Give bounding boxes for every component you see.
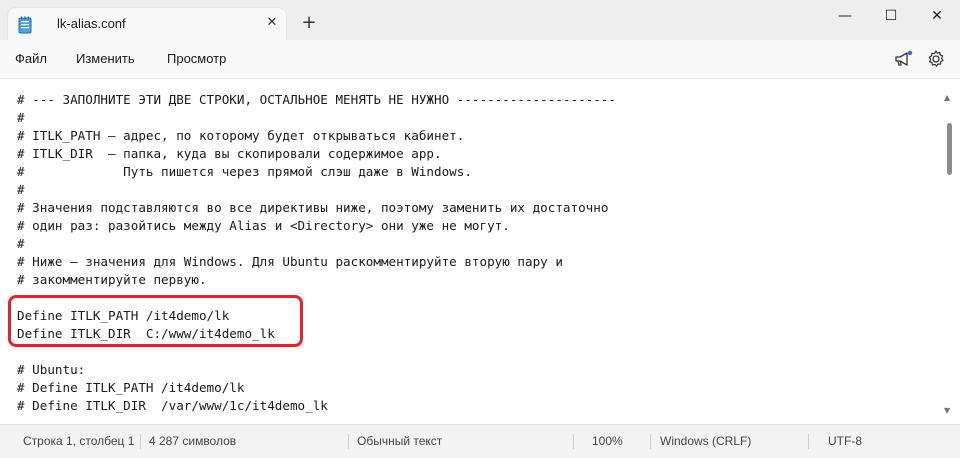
code-line: # Значения подставляются во все директив… — [17, 200, 609, 215]
new-tab-icon[interactable]: + — [300, 14, 318, 32]
text-editor[interactable]: # --- ЗАПОЛНИТЕ ЭТИ ДВЕ СТРОКИ, ОСТАЛЬНО… — [0, 79, 960, 424]
status-zoom[interactable]: 100% — [592, 434, 623, 448]
tab-active[interactable]: lk-alias.conf ✕ — [8, 8, 286, 40]
status-divider — [348, 434, 349, 449]
code-line: # — [17, 182, 25, 197]
status-divider — [573, 434, 574, 449]
vertical-scrollbar[interactable] — [947, 123, 952, 175]
code-line: # --- ЗАПОЛНИТЕ ЭТИ ДВЕ СТРОКИ, ОСТАЛЬНО… — [17, 92, 616, 107]
status-line-endings: Windows (CRLF) — [660, 434, 752, 448]
status-divider — [650, 434, 651, 449]
status-divider — [140, 434, 141, 449]
code-line: # ITLK_PATH — адрес, по которому будет о… — [17, 128, 465, 143]
code-line: # Define ITLK_DIR /var/www/1c/it4demo_lk — [17, 398, 328, 413]
code-line: # Ubuntu: — [17, 362, 86, 377]
status-format: Обычный текст — [357, 434, 443, 448]
tab-title: lk-alias.conf — [57, 16, 126, 31]
code-line: # Путь пишется через прямой слэш даже в … — [17, 164, 472, 179]
status-char-count: 4 287 символов — [149, 434, 237, 448]
menu-view[interactable]: Просмотр — [167, 51, 226, 66]
status-position: Строка 1, столбец 1 — [23, 434, 135, 448]
megaphone-icon[interactable] — [892, 48, 914, 70]
menu-file[interactable]: Файл — [15, 51, 47, 66]
menu-bar: Файл Изменить Просмотр — [0, 40, 960, 79]
scroll-down-icon[interactable]: ▼ — [944, 406, 950, 415]
code-line: # один раз: разойтись между Alias и <Dir… — [17, 218, 510, 233]
code-line: # Define ITLK_PATH /it4demo/lk — [17, 380, 245, 395]
editor-content[interactable]: # --- ЗАПОЛНИТЕ ЭТИ ДВЕ СТРОКИ, ОСТАЛЬНО… — [17, 91, 616, 415]
status-encoding: UTF-8 — [828, 434, 862, 448]
minimize-icon[interactable]: — — [822, 0, 868, 32]
status-bar: Строка 1, столбец 1 4 287 символов Обычн… — [0, 424, 960, 458]
menu-edit[interactable]: Изменить — [76, 51, 135, 66]
tab-close-icon[interactable]: ✕ — [264, 15, 280, 31]
notepad-icon — [18, 16, 32, 34]
code-line: # закомментируйте первую. — [17, 272, 207, 287]
status-divider — [808, 434, 809, 449]
code-line: # — [17, 236, 25, 251]
highlight-box — [8, 295, 303, 347]
close-window-icon[interactable]: ✕ — [914, 0, 960, 32]
code-line: # Ниже — значения для Windows. Для Ubunt… — [17, 254, 563, 269]
code-line: # — [17, 110, 25, 125]
scroll-up-icon[interactable]: ▲ — [944, 93, 950, 102]
gear-icon[interactable] — [925, 48, 947, 70]
maximize-icon[interactable]: ☐ — [868, 0, 914, 32]
title-bar: lk-alias.conf ✕ + — ☐ ✕ — [0, 0, 960, 40]
code-line: # ITLK_DIR — папка, куда вы скопировали … — [17, 146, 442, 161]
